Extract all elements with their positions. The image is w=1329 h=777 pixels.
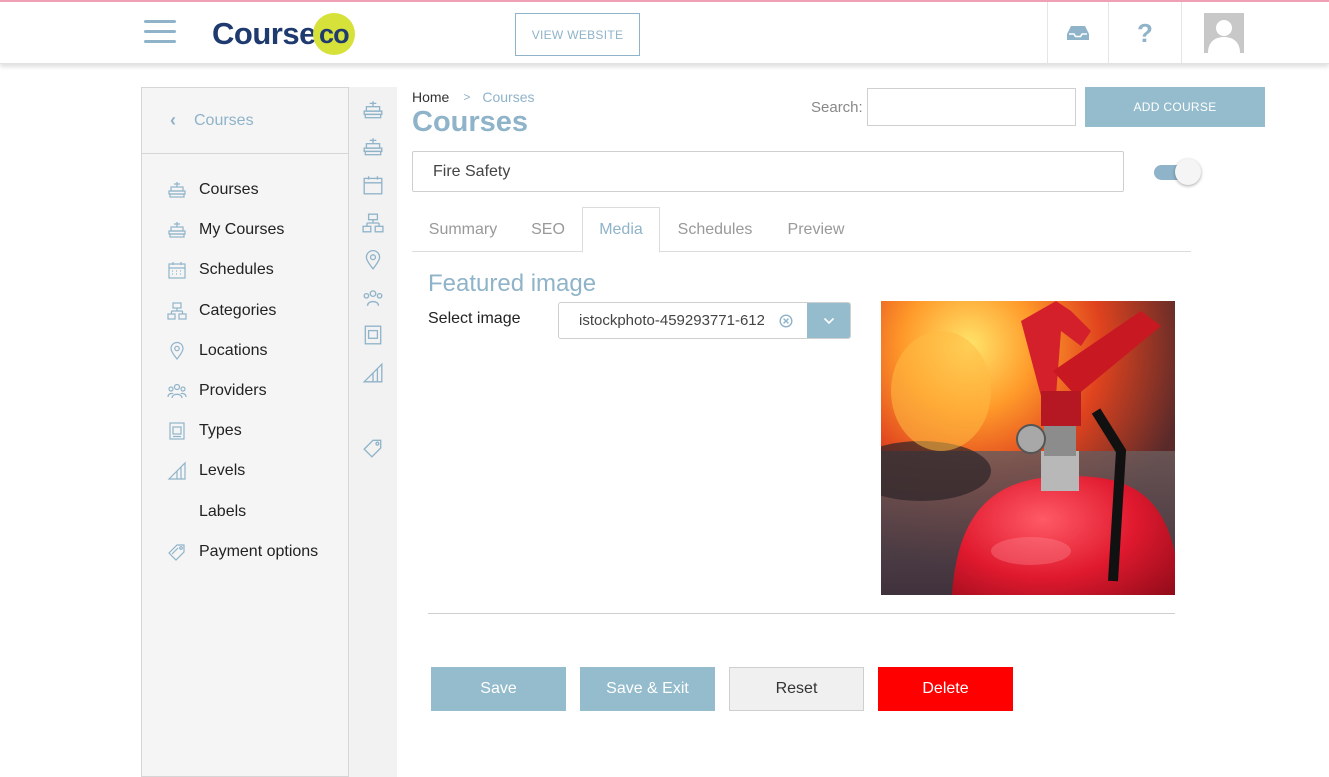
sidebar-item-label: Categories [199,301,277,319]
sidebar-item-label: Levels [199,462,246,480]
sidebar-item-schedules[interactable]: Schedules [142,250,348,290]
sidebar-back[interactable]: ‹ Courses [142,88,348,154]
search-input[interactable] [867,88,1076,126]
chevron-down-icon [823,317,834,324]
providers-icon[interactable] [362,287,384,309]
providers-icon [166,380,188,402]
breadcrumb-separator: > [463,90,471,104]
categories-icon [166,300,188,322]
sidebar-item-label: Courses [199,181,259,199]
clear-icon[interactable] [764,303,807,338]
breadcrumb: Home > Courses [412,89,535,105]
sidebar-title: Courses [194,111,254,129]
tab-bar: Summary SEO Media Schedules Preview [412,207,1191,253]
sidebar-item-label: My Courses [199,221,285,239]
courses-icon[interactable] [362,99,384,121]
tag-icon [166,541,188,563]
chevron-left-icon: ‹ [170,110,176,130]
levels-icon[interactable] [362,362,384,384]
top-bar: Course co VIEW WEBSITE ? [0,0,1329,64]
levels-icon [166,460,188,482]
sidebar-list: Courses My Courses Schedules Categories … [142,154,348,572]
location-pin-icon [166,340,188,362]
my-courses-icon [166,219,188,241]
sidebar-item-label: Payment options [199,542,319,560]
sidebar: ‹ Courses Courses My Courses Schedules C… [141,87,349,777]
sidebar-item-levels[interactable]: Levels [142,451,348,491]
sidebar-item-courses[interactable]: Courses [142,170,348,210]
sidebar-item-label: Types [199,422,242,440]
image-select[interactable]: istockphoto-459293771-612x612 [558,302,851,339]
user-menu[interactable] [1181,2,1329,64]
sidebar-item-types[interactable]: Types [142,411,348,451]
add-course-button[interactable]: ADD COURSE [1085,87,1265,127]
breadcrumb-current: Courses [482,89,535,105]
content-divider [428,613,1175,614]
sidebar-item-providers[interactable]: Providers [142,371,348,411]
sidebar-item-label: Schedules [199,261,274,279]
tab-seo[interactable]: SEO [514,207,582,252]
tab-summary[interactable]: Summary [412,207,514,252]
tab-preview[interactable]: Preview [770,207,862,252]
calendar-icon[interactable] [362,174,384,196]
calendar-icon [166,259,188,281]
sidebar-item-label: Labels [199,502,247,520]
user-avatar[interactable] [1204,13,1244,53]
categories-icon[interactable] [362,212,384,234]
delete-button[interactable]: Delete [878,667,1013,711]
help-button[interactable]: ? [1108,2,1181,64]
page-title: Courses [412,106,529,138]
sidebar-item-labels[interactable]: Labels [142,492,348,532]
view-website-button[interactable]: VIEW WEBSITE [515,13,640,56]
sidebar-item-label: Locations [199,341,268,359]
sidebar-item-payment-options[interactable]: Payment options [142,532,348,572]
tab-schedules[interactable]: Schedules [660,207,770,252]
toggle-knob [1175,159,1201,185]
tag-icon[interactable] [362,437,384,459]
search-label: Search: [811,99,863,116]
published-toggle[interactable] [1153,159,1201,185]
location-pin-icon[interactable] [362,249,384,271]
breadcrumb-home[interactable]: Home [412,89,449,105]
inbox-button[interactable] [1047,2,1108,64]
tab-media[interactable]: Media [582,207,660,253]
types-icon [166,420,188,442]
reset-button[interactable]: Reset [729,667,864,711]
menu-icon[interactable] [144,20,176,46]
sidebar-item-my-courses[interactable]: My Courses [142,210,348,250]
course-title-input[interactable] [412,151,1124,192]
select-image-label: Select image [428,310,521,327]
my-courses-icon[interactable] [362,136,384,158]
logo[interactable]: Course co [212,12,355,56]
logo-badge: co [312,13,355,55]
courses-icon [166,179,188,201]
inbox-icon [1067,26,1089,40]
types-icon[interactable] [362,324,384,346]
sidebar-item-label: Providers [199,382,267,400]
image-select-value: istockphoto-459293771-612x612 [579,312,764,329]
logo-text: Course [212,16,316,51]
featured-image-heading: Featured image [428,270,597,297]
sidebar-item-locations[interactable]: Locations [142,331,348,371]
dropdown-button[interactable] [807,303,850,338]
sidebar-item-categories[interactable]: Categories [142,291,348,331]
icon-rail [349,87,397,777]
help-icon: ? [1137,17,1153,48]
save-button[interactable]: Save [431,667,566,711]
save-exit-button[interactable]: Save & Exit [580,667,715,711]
featured-image-preview [881,301,1175,595]
